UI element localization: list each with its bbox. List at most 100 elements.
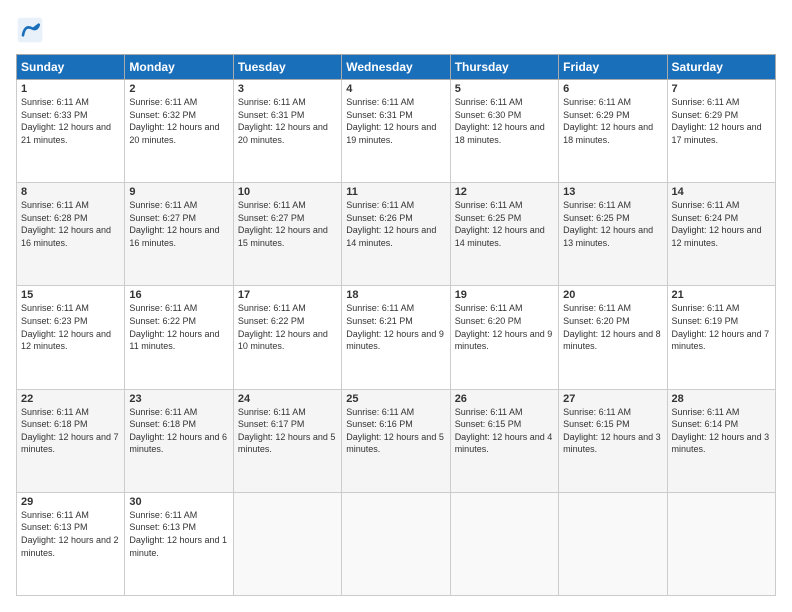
sunset-label: Sunset: 6:15 PM — [563, 419, 630, 429]
sunset-label: Sunset: 6:27 PM — [129, 213, 196, 223]
daylight-label: Daylight: 12 hours and 18 minutes. — [563, 122, 653, 145]
day-info: Sunrise: 6:11 AM Sunset: 6:21 PM Dayligh… — [346, 302, 445, 352]
daylight-label: Daylight: 12 hours and 18 minutes. — [455, 122, 545, 145]
sunrise-label: Sunrise: 6:11 AM — [238, 97, 306, 107]
day-number: 27 — [563, 393, 662, 405]
day-cell-3: 3 Sunrise: 6:11 AM Sunset: 6:31 PM Dayli… — [233, 80, 341, 183]
day-number: 26 — [455, 393, 554, 405]
daylight-label: Daylight: 12 hours and 2 minutes. — [21, 535, 119, 558]
sunrise-label: Sunrise: 6:11 AM — [563, 200, 631, 210]
sunrise-label: Sunrise: 6:11 AM — [129, 303, 197, 313]
week-row-3: 15 Sunrise: 6:11 AM Sunset: 6:23 PM Dayl… — [17, 286, 776, 389]
sunset-label: Sunset: 6:14 PM — [672, 419, 739, 429]
day-info: Sunrise: 6:11 AM Sunset: 6:26 PM Dayligh… — [346, 199, 445, 249]
day-number: 10 — [238, 186, 337, 198]
day-info: Sunrise: 6:11 AM Sunset: 6:25 PM Dayligh… — [455, 199, 554, 249]
day-number: 18 — [346, 289, 445, 301]
day-number: 4 — [346, 83, 445, 95]
sunrise-label: Sunrise: 6:11 AM — [672, 97, 740, 107]
day-number: 7 — [672, 83, 771, 95]
sunrise-label: Sunrise: 6:11 AM — [129, 200, 197, 210]
day-info: Sunrise: 6:11 AM Sunset: 6:24 PM Dayligh… — [672, 199, 771, 249]
daylight-label: Daylight: 12 hours and 13 minutes. — [563, 225, 653, 248]
sunrise-label: Sunrise: 6:11 AM — [21, 303, 89, 313]
day-cell-4: 4 Sunrise: 6:11 AM Sunset: 6:31 PM Dayli… — [342, 80, 450, 183]
sunset-label: Sunset: 6:15 PM — [455, 419, 522, 429]
day-info: Sunrise: 6:11 AM Sunset: 6:16 PM Dayligh… — [346, 406, 445, 456]
sunset-label: Sunset: 6:22 PM — [238, 316, 305, 326]
sunrise-label: Sunrise: 6:11 AM — [129, 97, 197, 107]
day-info: Sunrise: 6:11 AM Sunset: 6:28 PM Dayligh… — [21, 199, 120, 249]
day-number: 1 — [21, 83, 120, 95]
daylight-label: Daylight: 12 hours and 10 minutes. — [238, 329, 328, 352]
day-cell-28: 28 Sunrise: 6:11 AM Sunset: 6:14 PM Dayl… — [667, 389, 775, 492]
daylight-label: Daylight: 12 hours and 20 minutes. — [129, 122, 219, 145]
sunrise-label: Sunrise: 6:11 AM — [21, 200, 89, 210]
day-info: Sunrise: 6:11 AM Sunset: 6:20 PM Dayligh… — [563, 302, 662, 352]
page: SundayMondayTuesdayWednesdayThursdayFrid… — [0, 0, 792, 612]
day-info: Sunrise: 6:11 AM Sunset: 6:29 PM Dayligh… — [672, 96, 771, 146]
daylight-label: Daylight: 12 hours and 5 minutes. — [238, 432, 336, 455]
day-header-thursday: Thursday — [450, 55, 558, 80]
day-info: Sunrise: 6:11 AM Sunset: 6:33 PM Dayligh… — [21, 96, 120, 146]
day-info: Sunrise: 6:11 AM Sunset: 6:27 PM Dayligh… — [238, 199, 337, 249]
day-info: Sunrise: 6:11 AM Sunset: 6:31 PM Dayligh… — [346, 96, 445, 146]
sunrise-label: Sunrise: 6:11 AM — [129, 510, 197, 520]
header — [16, 16, 776, 44]
sunset-label: Sunset: 6:19 PM — [672, 316, 739, 326]
day-number: 3 — [238, 83, 337, 95]
day-info: Sunrise: 6:11 AM Sunset: 6:27 PM Dayligh… — [129, 199, 228, 249]
day-info: Sunrise: 6:11 AM Sunset: 6:13 PM Dayligh… — [21, 509, 120, 559]
daylight-label: Daylight: 12 hours and 8 minutes. — [563, 329, 661, 352]
daylight-label: Daylight: 12 hours and 4 minutes. — [455, 432, 553, 455]
day-number: 30 — [129, 496, 228, 508]
day-cell-9: 9 Sunrise: 6:11 AM Sunset: 6:27 PM Dayli… — [125, 183, 233, 286]
daylight-label: Daylight: 12 hours and 14 minutes. — [455, 225, 545, 248]
sunrise-label: Sunrise: 6:11 AM — [455, 97, 523, 107]
day-number: 28 — [672, 393, 771, 405]
sunset-label: Sunset: 6:20 PM — [563, 316, 630, 326]
day-cell-11: 11 Sunrise: 6:11 AM Sunset: 6:26 PM Dayl… — [342, 183, 450, 286]
daylight-label: Daylight: 12 hours and 12 minutes. — [672, 225, 762, 248]
day-cell-16: 16 Sunrise: 6:11 AM Sunset: 6:22 PM Dayl… — [125, 286, 233, 389]
sunrise-label: Sunrise: 6:11 AM — [455, 407, 523, 417]
sunset-label: Sunset: 6:31 PM — [238, 110, 305, 120]
day-cell-26: 26 Sunrise: 6:11 AM Sunset: 6:15 PM Dayl… — [450, 389, 558, 492]
daylight-label: Daylight: 12 hours and 16 minutes. — [21, 225, 111, 248]
day-cell-27: 27 Sunrise: 6:11 AM Sunset: 6:15 PM Dayl… — [559, 389, 667, 492]
daylight-label: Daylight: 12 hours and 16 minutes. — [129, 225, 219, 248]
daylight-label: Daylight: 12 hours and 21 minutes. — [21, 122, 111, 145]
sunset-label: Sunset: 6:30 PM — [455, 110, 522, 120]
day-cell-8: 8 Sunrise: 6:11 AM Sunset: 6:28 PM Dayli… — [17, 183, 125, 286]
sunrise-label: Sunrise: 6:11 AM — [563, 303, 631, 313]
day-info: Sunrise: 6:11 AM Sunset: 6:20 PM Dayligh… — [455, 302, 554, 352]
day-cell-21: 21 Sunrise: 6:11 AM Sunset: 6:19 PM Dayl… — [667, 286, 775, 389]
day-info: Sunrise: 6:11 AM Sunset: 6:18 PM Dayligh… — [21, 406, 120, 456]
sunrise-label: Sunrise: 6:11 AM — [346, 200, 414, 210]
day-cell-24: 24 Sunrise: 6:11 AM Sunset: 6:17 PM Dayl… — [233, 389, 341, 492]
empty-cell — [342, 492, 450, 595]
day-cell-25: 25 Sunrise: 6:11 AM Sunset: 6:16 PM Dayl… — [342, 389, 450, 492]
daylight-label: Daylight: 12 hours and 9 minutes. — [346, 329, 444, 352]
daylight-label: Daylight: 12 hours and 17 minutes. — [672, 122, 762, 145]
day-info: Sunrise: 6:11 AM Sunset: 6:25 PM Dayligh… — [563, 199, 662, 249]
sunrise-label: Sunrise: 6:11 AM — [238, 303, 306, 313]
sunset-label: Sunset: 6:18 PM — [21, 419, 88, 429]
day-number: 9 — [129, 186, 228, 198]
day-cell-7: 7 Sunrise: 6:11 AM Sunset: 6:29 PM Dayli… — [667, 80, 775, 183]
day-info: Sunrise: 6:11 AM Sunset: 6:23 PM Dayligh… — [21, 302, 120, 352]
sunrise-label: Sunrise: 6:11 AM — [129, 407, 197, 417]
sunrise-label: Sunrise: 6:11 AM — [563, 97, 631, 107]
day-cell-29: 29 Sunrise: 6:11 AM Sunset: 6:13 PM Dayl… — [17, 492, 125, 595]
day-cell-14: 14 Sunrise: 6:11 AM Sunset: 6:24 PM Dayl… — [667, 183, 775, 286]
sunrise-label: Sunrise: 6:11 AM — [455, 200, 523, 210]
logo-icon — [16, 16, 44, 44]
daylight-label: Daylight: 12 hours and 3 minutes. — [563, 432, 661, 455]
day-number: 2 — [129, 83, 228, 95]
day-header-monday: Monday — [125, 55, 233, 80]
week-row-4: 22 Sunrise: 6:11 AM Sunset: 6:18 PM Dayl… — [17, 389, 776, 492]
daylight-label: Daylight: 12 hours and 1 minute. — [129, 535, 227, 558]
day-cell-5: 5 Sunrise: 6:11 AM Sunset: 6:30 PM Dayli… — [450, 80, 558, 183]
day-header-sunday: Sunday — [17, 55, 125, 80]
day-cell-12: 12 Sunrise: 6:11 AM Sunset: 6:25 PM Dayl… — [450, 183, 558, 286]
